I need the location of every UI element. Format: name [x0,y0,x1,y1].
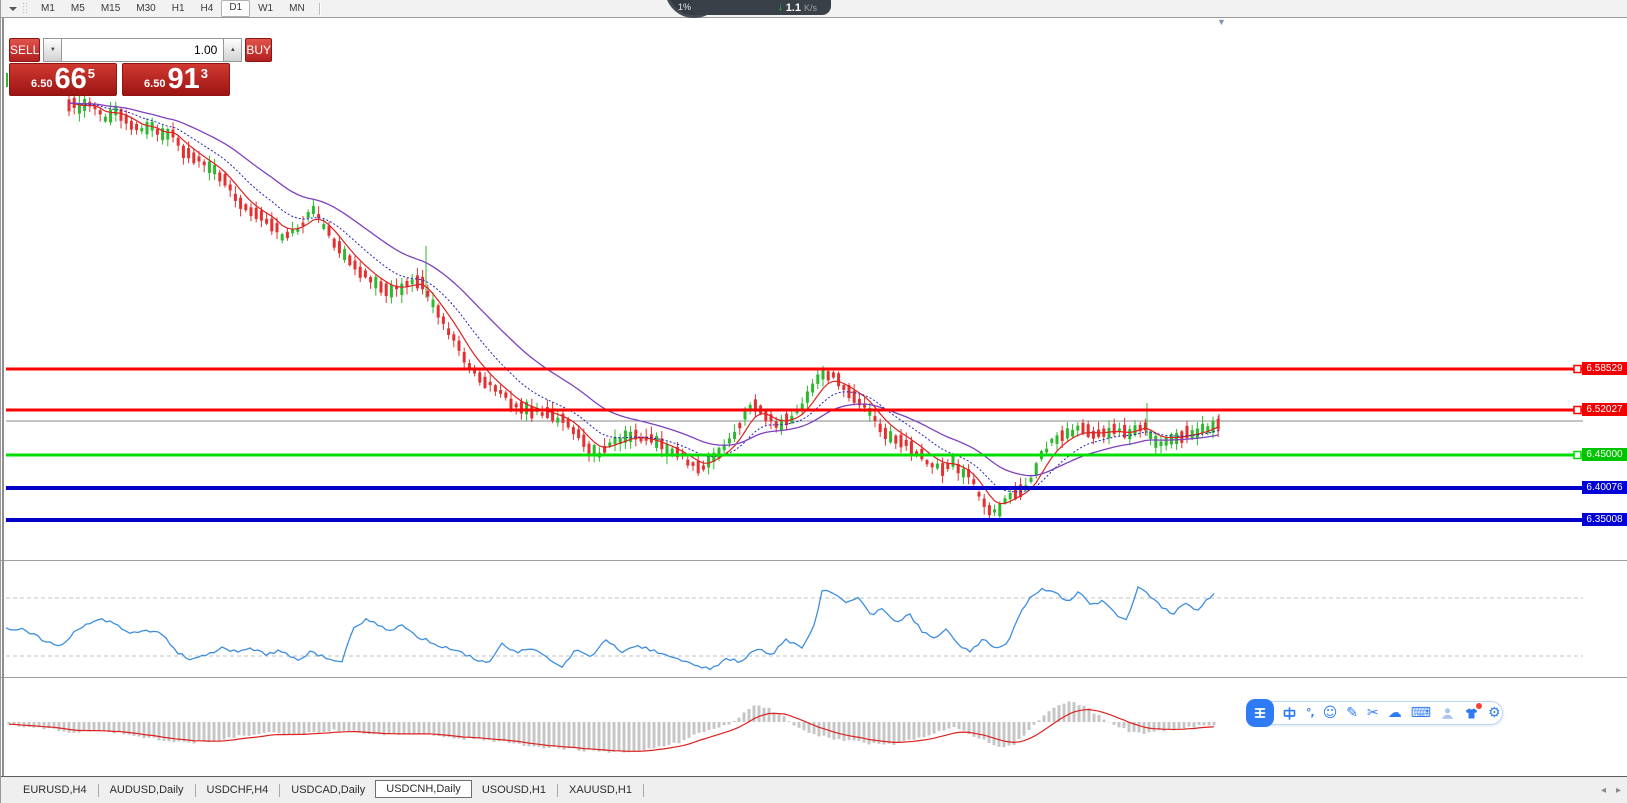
chart-tab-usdchf[interactable]: USDCHF,H4 [197,782,279,798]
sell-price-big: 66 [54,65,86,94]
chinese-mode-icon[interactable] [1282,706,1297,721]
chart-tab-eurusd[interactable]: EURUSD,H4 [13,782,97,798]
sell-button[interactable]: SELL [9,38,40,62]
settings-gear-icon[interactable]: ⚙ [1488,701,1501,725]
timeframe-button-d1[interactable]: D1 [221,0,250,17]
tab-separator [279,784,280,797]
timeframe-button-m1[interactable]: M1 [33,1,63,16]
emoji-icon[interactable]: ☺ [1323,701,1338,725]
buy-price-big: 91 [167,65,199,94]
sell-price-prefix: 6.50 [31,78,52,90]
account-icon[interactable] [1440,706,1455,721]
gauge-percent-text: 1% [678,2,691,12]
download-arrow-icon: ↓ [778,2,783,13]
panel-toggle-arrow[interactable]: ▼ [1217,17,1226,27]
tab-separator [643,784,644,797]
notification-dot [1476,703,1482,709]
sell-price-box[interactable]: 6.50 66 5 [9,63,117,96]
chart-tab-list: EURUSD,H4AUDUSD,DailyUSDCHF,H4USDCAD,Dai… [1,777,645,803]
one-click-trading-panel: SELL ▼ ▲ BUY 6.50 66 5 6.50 91 3 [9,38,230,96]
tab-separator [195,784,196,797]
timeframe-button-m5[interactable]: M5 [63,1,93,16]
buy-price-prefix: 6.50 [144,78,165,90]
candlestick-chart[interactable] [1,0,1627,803]
buy-button[interactable]: BUY [245,38,272,62]
punctuation-icon[interactable]: °, [1306,701,1314,725]
tab-separator [98,784,99,797]
ime-icon-group: °, ☺ ✎ ✂ ☁ ⌨ ⚙ [1282,701,1501,725]
timeframe-button-m30[interactable]: M30 [128,1,163,16]
timeframe-buttons: M1M5M15M30H1H4D1W1MN [33,0,313,17]
timeframe-button-mn[interactable]: MN [281,1,313,16]
timeframe-button-h1[interactable]: H1 [164,1,193,16]
tabs-scroll-left-button[interactable]: ◂ [1601,785,1606,796]
trading-app-window: M1M5M15M30H1H4D1W1MN 1% ↓ 1.1 K/s SELL ▼… [0,0,1627,803]
ime-toolbar[interactable]: °, ☺ ✎ ✂ ☁ ⌨ ⚙ [1247,701,1503,725]
chart-tab-usdcnh[interactable]: USDCNH,Daily [375,780,472,798]
tab-separator [557,784,558,797]
volume-decrease-button[interactable]: ▼ [43,38,62,62]
price-level-label: 6.52027 [1582,403,1627,416]
chart-tab-xauusd[interactable]: XAUUSD,H1 [559,782,642,798]
speed-value: 1.1 [786,2,801,14]
screenshot-scissors-icon[interactable]: ✂ [1367,701,1379,725]
timeframe-button-w1[interactable]: W1 [250,1,281,16]
cloud-sync-icon[interactable]: ☁ [1388,701,1402,725]
toolbar-grip[interactable] [23,3,27,14]
buy-price-pip: 3 [201,66,208,81]
timeframe-button-m15[interactable]: M15 [93,1,128,16]
chart-tab-usousd[interactable]: USOUSD,H1 [472,782,556,798]
timeframe-button-h4[interactable]: H4 [193,1,222,16]
network-speed-overlay[interactable]: 1% ↓ 1.1 K/s [653,0,853,24]
volume-input[interactable] [62,38,223,62]
speed-pill: ↓ 1.1 K/s [691,0,831,15]
volume-increase-button[interactable]: ▲ [223,38,242,62]
virtual-keyboard-icon[interactable]: ⌨ [1411,701,1431,725]
tabs-scroll-right-button[interactable]: ▸ [1616,785,1621,796]
sogou-logo-icon[interactable] [1246,699,1274,727]
sell-price-pip: 5 [88,66,95,81]
toolbar-separator [319,3,321,15]
buy-price-box[interactable]: 6.50 91 3 [122,63,230,96]
price-level-label: 6.45000 [1582,448,1627,461]
speed-unit: K/s [804,3,817,13]
price-level-label: 6.40076 [1582,481,1627,494]
chart-tab-usdcad[interactable]: USDCAD,Daily [281,782,375,798]
skin-shop-icon[interactable] [1464,706,1479,721]
price-level-label: 6.35008 [1582,513,1627,526]
chart-tab-audusd[interactable]: AUDUSD,Daily [100,782,194,798]
toolbar-overflow-dropdown-icon[interactable] [9,7,17,11]
handwriting-icon[interactable]: ✎ [1346,701,1358,725]
price-level-label: 6.58529 [1582,362,1627,375]
chart-tabs-bar: EURUSD,H4AUDUSD,DailyUSDCHF,H4USDCAD,Dai… [1,776,1627,803]
